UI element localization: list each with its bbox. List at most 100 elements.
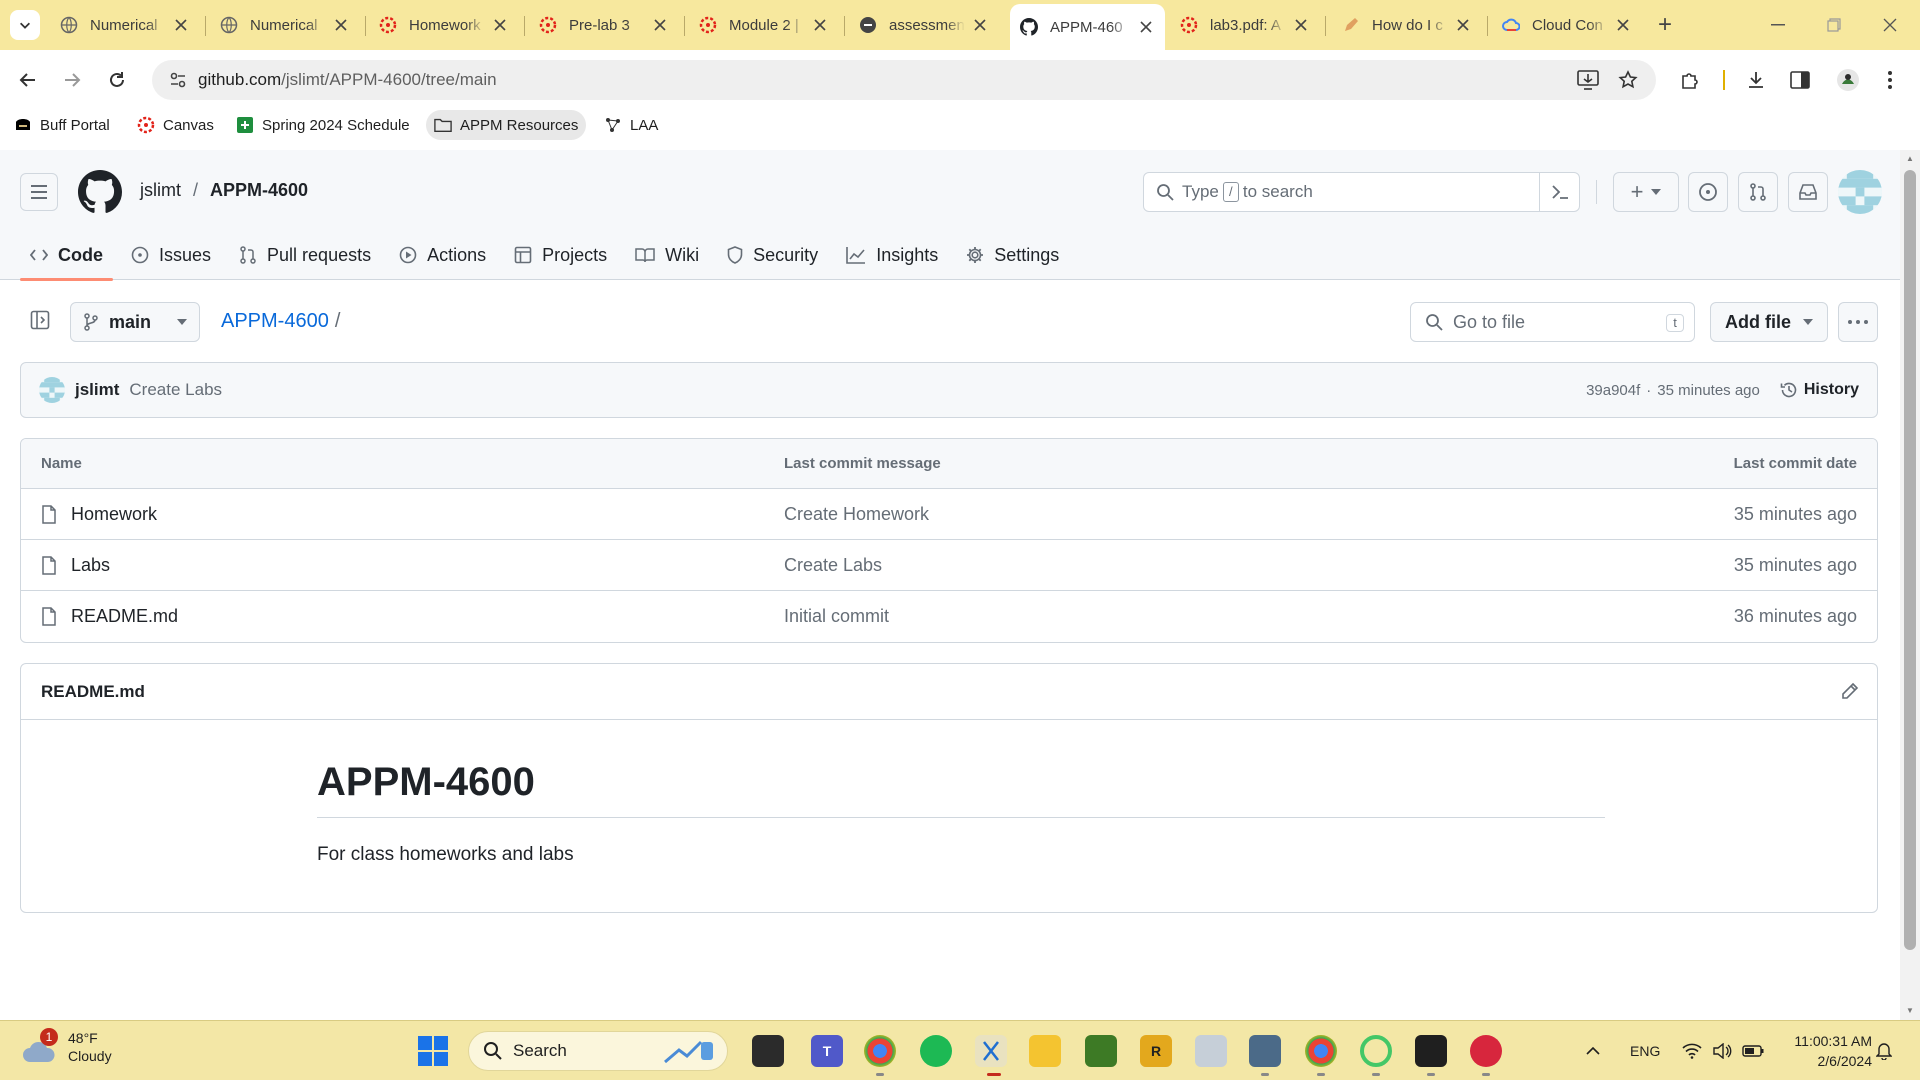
system-clock[interactable]: 11:00:31 AM 2/6/2024: [1772, 1031, 1872, 1071]
file-name-link[interactable]: Labs: [71, 555, 110, 576]
taskbar-search-box[interactable]: Search: [468, 1031, 728, 1071]
file-explorer-icon[interactable]: [1029, 1035, 1061, 1067]
commit-author-avatar[interactable]: [39, 377, 65, 403]
browser-tab[interactable]: Cloud Con: [1492, 8, 1642, 42]
rockstar-launcher-icon[interactable]: R: [1140, 1035, 1172, 1067]
browser-tab[interactable]: assessmen: [849, 8, 999, 42]
global-search-input[interactable]: Type / to search: [1143, 172, 1580, 212]
close-tab-icon[interactable]: [491, 16, 509, 34]
close-tab-icon[interactable]: [172, 16, 190, 34]
tab-settings[interactable]: Settings: [956, 230, 1069, 280]
go-to-file-input[interactable]: Go to file t: [1410, 302, 1695, 342]
close-tab-icon[interactable]: [811, 16, 829, 34]
issues-header-button[interactable]: [1688, 172, 1728, 212]
edit-readme-button[interactable]: [1841, 682, 1859, 700]
tab-issues[interactable]: Issues: [121, 230, 221, 280]
commit-message-link[interactable]: Create Labs: [129, 380, 222, 400]
browser-tab[interactable]: Numerical: [50, 8, 200, 42]
battery-icon[interactable]: [1742, 1021, 1764, 1080]
extensions-icon[interactable]: [1676, 66, 1704, 94]
expand-file-tree-button[interactable]: [22, 302, 58, 338]
commit-author-link[interactable]: jslimt: [75, 380, 119, 400]
bookmark-appm-resources[interactable]: APPM Resources: [426, 110, 587, 140]
branch-selector-button[interactable]: main: [70, 302, 200, 342]
close-tab-icon[interactable]: [332, 16, 350, 34]
minimize-button[interactable]: [1750, 0, 1806, 50]
user-avatar[interactable]: [1838, 170, 1882, 214]
teams-icon[interactable]: T: [811, 1035, 843, 1067]
refresh-app-icon[interactable]: [1360, 1035, 1392, 1067]
volume-icon[interactable]: [1712, 1021, 1732, 1080]
github-logo-icon[interactable]: [78, 170, 122, 214]
browser-menu-icon[interactable]: [1876, 66, 1904, 94]
new-tab-button[interactable]: +: [1650, 10, 1680, 40]
bookmark-canvas[interactable]: Canvas: [129, 110, 222, 140]
tab-insights[interactable]: Insights: [836, 230, 948, 280]
command-palette-button[interactable]: [1539, 173, 1579, 211]
bookmark-laa[interactable]: LAA: [596, 110, 666, 140]
history-button[interactable]: History: [1780, 381, 1859, 399]
task-view-icon[interactable]: [752, 1035, 784, 1067]
scroll-down-arrow-icon[interactable]: ▼: [1904, 1006, 1916, 1016]
snipping-tool-icon[interactable]: [975, 1035, 1007, 1067]
file-name-link[interactable]: README.md: [71, 606, 178, 627]
browser-tab[interactable]: Homework: [369, 8, 519, 42]
tab-pull-requests[interactable]: Pull requests: [229, 230, 381, 280]
more-options-button[interactable]: [1838, 302, 1878, 342]
bookmark-buff-portal[interactable]: Buff Portal: [6, 110, 118, 140]
install-app-icon[interactable]: [1574, 66, 1602, 94]
bookmark-star-icon[interactable]: [1614, 66, 1642, 94]
file-commit-message-link[interactable]: Create Homework: [784, 504, 929, 525]
notifications-bell-icon[interactable]: [1876, 1021, 1892, 1080]
inbox-button[interactable]: [1788, 172, 1828, 212]
tab-wiki[interactable]: Wiki: [625, 230, 709, 280]
terminal-icon[interactable]: [1415, 1035, 1447, 1067]
chrome-profile-icon[interactable]: [864, 1035, 896, 1067]
close-tab-icon[interactable]: [1614, 16, 1632, 34]
forward-button[interactable]: [56, 64, 88, 96]
bookmark-spring-2024-schedule[interactable]: Spring 2024 Schedule: [228, 110, 418, 140]
browser-tab[interactable]: Pre-lab 3: [529, 8, 679, 42]
commit-sha-link[interactable]: 39a904f: [1586, 382, 1640, 399]
app-window-icon[interactable]: [1195, 1035, 1227, 1067]
tab-actions[interactable]: Actions: [389, 230, 496, 280]
browser-tab[interactable]: APPM-460: [1010, 4, 1165, 50]
profile-avatar-icon[interactable]: [1834, 66, 1862, 94]
minecraft-icon[interactable]: [1085, 1035, 1117, 1067]
scroll-up-arrow-icon[interactable]: ▲: [1904, 154, 1916, 164]
table-row[interactable]: Homework Create Homework 35 minutes ago: [21, 489, 1877, 540]
calculator-icon[interactable]: [1249, 1035, 1281, 1067]
browser-tab[interactable]: Module 2 |: [689, 8, 839, 42]
spotify-icon[interactable]: [920, 1035, 952, 1067]
path-repo-link[interactable]: APPM-4600: [221, 310, 329, 332]
tab-security[interactable]: Security: [717, 230, 828, 280]
input-language[interactable]: ENG: [1630, 1021, 1660, 1080]
side-panel-icon[interactable]: [1786, 66, 1814, 94]
close-tab-icon[interactable]: [1137, 18, 1155, 36]
create-new-button[interactable]: +: [1613, 172, 1679, 212]
scrollbar-thumb[interactable]: [1904, 170, 1916, 950]
tab-projects[interactable]: Projects: [504, 230, 617, 280]
back-button[interactable]: [12, 64, 44, 96]
downloads-icon[interactable]: [1742, 66, 1770, 94]
show-hidden-icons-button[interactable]: [1586, 1021, 1600, 1080]
table-row[interactable]: README.md Initial commit 36 minutes ago: [21, 591, 1877, 642]
page-scrollbar[interactable]: ▲ ▼: [1900, 150, 1920, 1020]
pull-requests-header-button[interactable]: [1738, 172, 1778, 212]
close-window-button[interactable]: [1862, 0, 1918, 50]
global-nav-menu-button[interactable]: [20, 173, 58, 211]
close-tab-icon[interactable]: [651, 16, 669, 34]
browser-tab[interactable]: Numerical: [210, 8, 360, 42]
address-bar[interactable]: github.com/jslimt/APPM-4600/tree/main: [152, 60, 1656, 100]
table-row[interactable]: Labs Create Labs 35 minutes ago: [21, 540, 1877, 591]
tab-code[interactable]: Code: [20, 230, 113, 281]
reload-button[interactable]: [101, 64, 133, 96]
file-name-link[interactable]: Homework: [71, 504, 157, 525]
repo-owner-link[interactable]: jslimt: [140, 180, 181, 201]
chrome-icon[interactable]: [1305, 1035, 1337, 1067]
tab-search-button[interactable]: [10, 10, 40, 40]
browser-tab[interactable]: How do I c: [1332, 8, 1482, 42]
wifi-icon[interactable]: [1682, 1021, 1702, 1080]
readme-filename-link[interactable]: README.md: [41, 682, 145, 702]
file-commit-message-link[interactable]: Create Labs: [784, 555, 882, 576]
